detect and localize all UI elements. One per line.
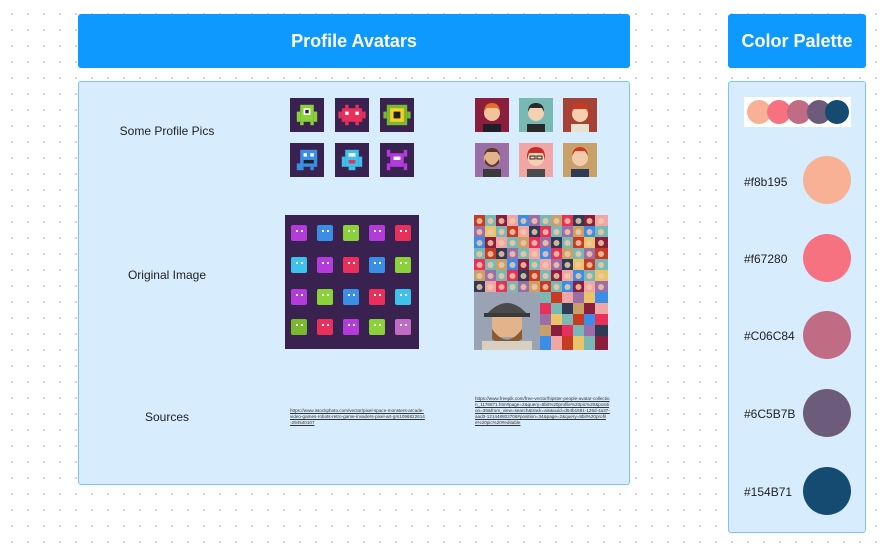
color-swatch[interactable] bbox=[803, 234, 851, 282]
source-link-monsters[interactable]: https://www.istockphoto.com/vector/pixel… bbox=[290, 408, 426, 426]
source-link-people[interactable]: https://www.freepik.com/free-vector/hips… bbox=[475, 396, 611, 426]
color-hex-label: #154B71 bbox=[744, 485, 793, 499]
color-hex-label: #6C5B7B bbox=[744, 407, 796, 421]
palette-strip bbox=[744, 97, 851, 127]
avatar-red-hair-icon[interactable] bbox=[563, 98, 597, 132]
avatar-beard-icon[interactable] bbox=[475, 143, 509, 177]
row-label-sources: Sources bbox=[144, 410, 190, 424]
monster-eye-icon[interactable] bbox=[380, 98, 414, 132]
row-label-original-image: Original Image bbox=[127, 268, 207, 282]
monster-cyan-icon[interactable] bbox=[335, 143, 369, 177]
color-hex-label: #f8b195 bbox=[744, 175, 788, 189]
color-swatch[interactable] bbox=[803, 311, 851, 359]
palette-title: Color Palette bbox=[728, 14, 866, 68]
avatar-dark-hair-icon[interactable] bbox=[519, 98, 553, 132]
avatar-red-hair-woman-icon[interactable] bbox=[563, 143, 597, 177]
avatar-glasses-icon[interactable] bbox=[519, 143, 553, 177]
palette-title-text: Color Palette bbox=[741, 30, 853, 51]
palette-strip-dot bbox=[825, 100, 849, 124]
color-swatch[interactable] bbox=[803, 467, 851, 515]
monster-red-icon[interactable] bbox=[335, 98, 369, 132]
color-swatch[interactable] bbox=[803, 389, 851, 437]
monster-purple-icon[interactable] bbox=[380, 143, 414, 177]
color-swatch[interactable] bbox=[803, 156, 851, 204]
palette-panel bbox=[728, 81, 866, 533]
original-monsters-image[interactable] bbox=[285, 215, 419, 349]
original-people-image[interactable] bbox=[474, 215, 608, 350]
avatar-orange-hair-icon[interactable] bbox=[475, 98, 509, 132]
color-hex-label: #f67280 bbox=[744, 252, 788, 266]
row-label-profile-pics: Some Profile Pics bbox=[119, 124, 215, 138]
monster-blue-icon[interactable] bbox=[290, 143, 324, 177]
monster-green-icon[interactable] bbox=[290, 98, 324, 132]
color-hex-label: #C06C84 bbox=[744, 329, 795, 343]
main-title: Profile Avatars bbox=[78, 14, 630, 68]
main-title-text: Profile Avatars bbox=[291, 30, 417, 51]
